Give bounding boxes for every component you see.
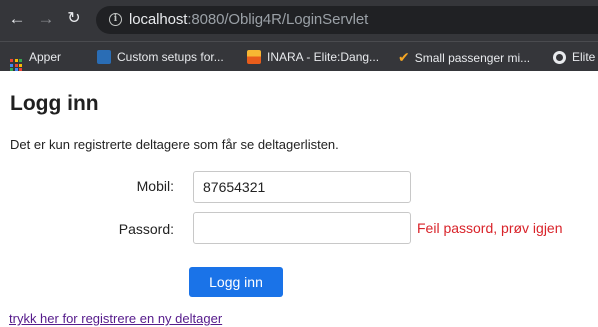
page-title: Logg inn xyxy=(10,92,99,115)
elite-favicon xyxy=(553,51,566,64)
bookmark-label: Elite xyxy=(572,50,596,64)
v-favicon: ✔ xyxy=(398,49,410,65)
bookmark-label: Small passenger mi... xyxy=(414,51,531,65)
mobil-input[interactable] xyxy=(193,171,411,203)
browser-toolbar: ← → ↻ i localhost:8080/Oblig4R/LoginServ… xyxy=(0,0,598,41)
passord-input[interactable] xyxy=(193,212,411,244)
bookmark-label: Apper xyxy=(29,50,62,64)
bookmark-label: INARA - Elite:Dang... xyxy=(267,50,380,64)
bookmark-inara[interactable]: INARA - Elite:Dang... xyxy=(247,48,379,66)
bookmark-small-passenger[interactable]: ✔ Small passenger mi... xyxy=(398,48,530,66)
url-host: localhost xyxy=(129,11,188,28)
bookmark-label: Custom setups for... xyxy=(117,50,224,64)
inara-favicon xyxy=(247,50,261,64)
bookmark-custom-setups[interactable]: Custom setups for... xyxy=(97,48,224,66)
custom-setups-favicon xyxy=(97,50,111,64)
intro-text: Det er kun registrerte deltagere som får… xyxy=(10,137,339,152)
url-text[interactable]: localhost:8080/Oblig4R/LoginServlet xyxy=(129,11,368,28)
back-arrow-icon[interactable]: ← xyxy=(7,9,27,29)
reload-icon[interactable]: ↻ xyxy=(64,9,84,29)
bookmark-apps[interactable]: Apper xyxy=(10,48,62,71)
url-path: :8080/Oblig4R/LoginServlet xyxy=(187,11,369,28)
bookmarks-bar: Apper Custom setups for... INARA - Elite… xyxy=(0,41,598,71)
forward-arrow-icon[interactable]: → xyxy=(36,9,56,29)
passord-label: Passord: xyxy=(118,221,174,237)
register-link[interactable]: trykk her for registrere en ny deltager xyxy=(9,311,222,326)
mobil-label: Mobil: xyxy=(136,178,174,194)
bookmark-elite[interactable]: Elite xyxy=(553,48,595,66)
info-icon[interactable]: i xyxy=(109,13,122,26)
apps-grid-icon xyxy=(10,59,22,71)
error-message: Feil passord, prøv igjen xyxy=(417,220,563,236)
address-bar[interactable]: i localhost:8080/Oblig4R/LoginServlet xyxy=(96,6,598,34)
login-button[interactable]: Logg inn xyxy=(189,267,283,297)
